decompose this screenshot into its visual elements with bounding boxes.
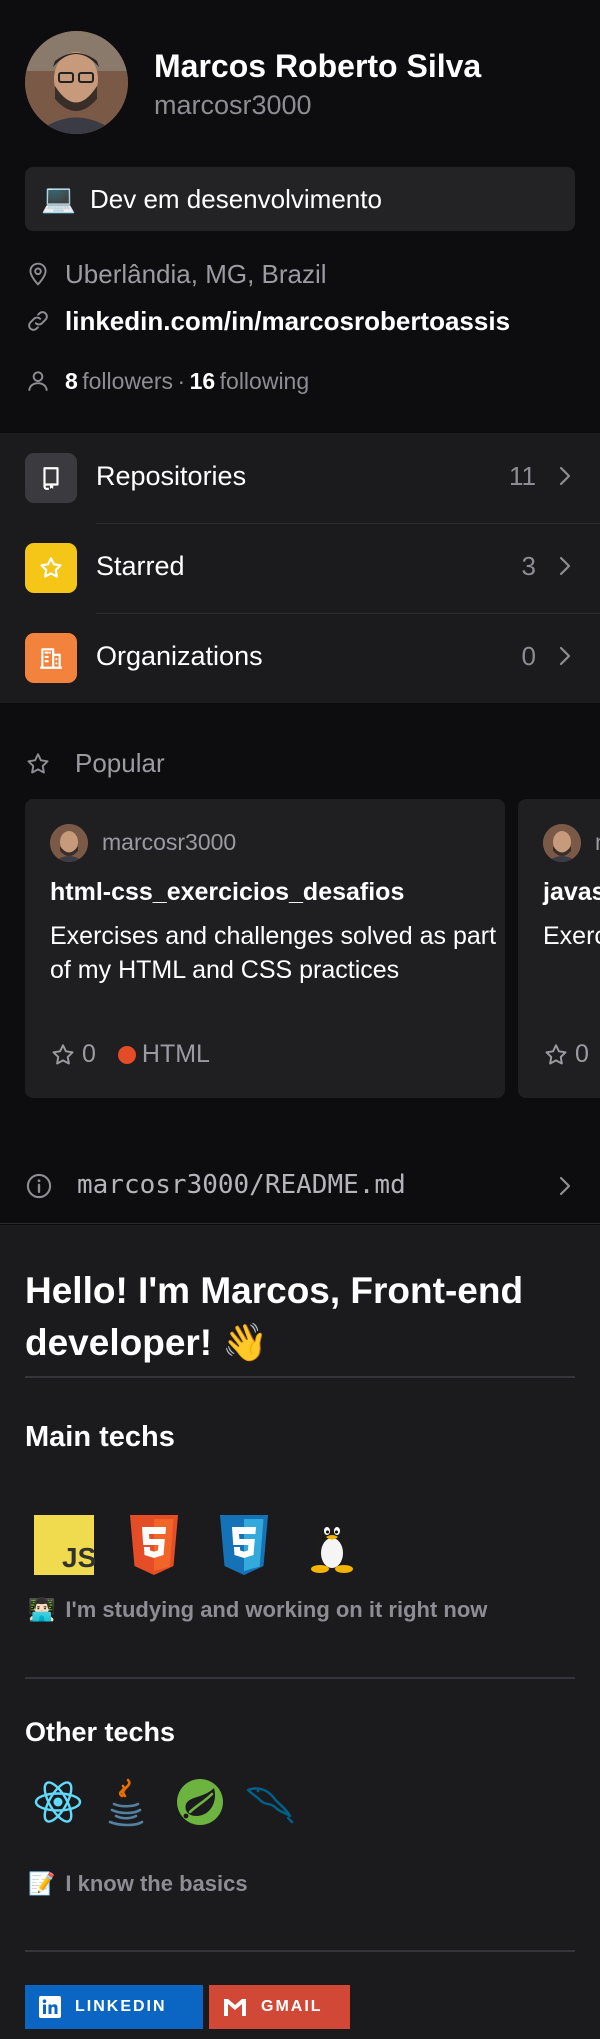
star-icon bbox=[25, 543, 77, 593]
profile-menu: Repositories 11 Starred 3 Organizations … bbox=[0, 433, 600, 703]
react-icon bbox=[34, 1781, 82, 1823]
main-techs-note: 👨🏻‍💻 I'm studying and working on it righ… bbox=[28, 1597, 487, 1623]
star-outline-icon bbox=[27, 752, 49, 774]
repo-owner: marcosr3000 bbox=[595, 829, 600, 856]
menu-item-repositories[interactable]: Repositories 11 bbox=[0, 433, 600, 523]
repo-icon bbox=[25, 453, 77, 503]
repo-description: Exercises and challenges solved as part … bbox=[50, 922, 497, 984]
menu-count-starred: 3 bbox=[521, 551, 536, 581]
avatar bbox=[50, 824, 88, 862]
menu-item-starred[interactable]: Starred 3 bbox=[0, 523, 600, 613]
other-techs-note-text: I know the basics bbox=[65, 1871, 248, 1896]
location-row: Uberlândia, MG, Brazil bbox=[25, 257, 327, 291]
menu-count-repositories: 11 bbox=[509, 461, 536, 491]
chevron-right-icon bbox=[559, 466, 571, 486]
spring-icon bbox=[177, 1779, 223, 1825]
website-link[interactable]: linkedin.com/in/marcosrobertoassis bbox=[65, 306, 510, 337]
linkedin-badge[interactable]: LINKEDIN bbox=[25, 1985, 203, 2029]
other-techs-title: Other techs bbox=[25, 1717, 176, 1747]
menu-item-organizations[interactable]: Organizations 0 bbox=[0, 613, 600, 703]
following-label: following bbox=[219, 367, 310, 394]
repo-name: html-css_exercicios_desafios bbox=[50, 878, 405, 906]
popular-title: Popular bbox=[75, 748, 165, 778]
info-icon bbox=[26, 1173, 52, 1199]
svg-text:JS: JS bbox=[62, 1542, 96, 1573]
readme-content: Hello! I'm Marcos, Front-end developer! … bbox=[0, 1225, 600, 2039]
readme-header[interactable]: marcosr3000/README.md bbox=[0, 1148, 600, 1224]
linkedin-badge-label: LINKEDIN bbox=[75, 1998, 167, 2015]
star-outline-icon bbox=[52, 1043, 74, 1065]
organization-icon bbox=[25, 633, 77, 683]
repo-card[interactable]: marcosr3000 html-css_exercicios_desafios… bbox=[25, 799, 505, 1098]
linux-tux-icon bbox=[311, 1525, 353, 1573]
memo-icon: 📝 bbox=[28, 1871, 56, 1896]
divider bbox=[25, 1677, 575, 1679]
menu-label-organizations: Organizations bbox=[96, 641, 263, 671]
location-text: Uberlândia, MG, Brazil bbox=[65, 258, 327, 289]
mysql-icon bbox=[246, 1787, 294, 1824]
divider bbox=[25, 1376, 575, 1378]
profile-header: Marcos Roberto Silva marcosr3000 💻 Dev e… bbox=[0, 0, 600, 432]
repo-language: HTML bbox=[141, 1040, 210, 1068]
chevron-right-icon bbox=[559, 1176, 571, 1196]
divider bbox=[25, 1950, 575, 1952]
chevron-right-icon bbox=[559, 646, 571, 666]
html5-icon bbox=[130, 1515, 178, 1575]
gmail-badge[interactable]: GMAIL bbox=[209, 1985, 350, 2029]
linkedin-icon bbox=[39, 1996, 61, 2018]
followers-row[interactable]: 8 followers · 16 following bbox=[25, 364, 309, 398]
popular-section-header: Popular bbox=[25, 748, 165, 779]
other-techs-note: 📝 I know the basics bbox=[28, 1871, 248, 1897]
repo-meta: 0 bbox=[543, 1040, 589, 1069]
css3-icon bbox=[220, 1515, 268, 1575]
location-pin-icon bbox=[29, 262, 47, 286]
profile-name: Marcos Roberto Silva bbox=[154, 48, 482, 84]
repo-description: Exerc Java bbox=[543, 922, 600, 950]
main-techs-title: Main techs bbox=[25, 1421, 175, 1453]
readme-heading: Hello! I'm Marcos, Front-end developer! … bbox=[25, 1270, 524, 1363]
website-row[interactable]: linkedin.com/in/marcosrobertoassis bbox=[25, 304, 510, 338]
status-box[interactable]: 💻 Dev em desenvolvimento bbox=[25, 167, 575, 231]
gmail-badge-label: GMAIL bbox=[261, 1998, 323, 2015]
java-icon bbox=[108, 1778, 144, 1827]
repo-stars: 0 bbox=[575, 1040, 589, 1068]
repo-name: javas bbox=[543, 878, 600, 906]
star-outline-icon bbox=[545, 1043, 567, 1065]
menu-count-organizations: 0 bbox=[521, 641, 536, 671]
laptop-icon: 💻 bbox=[41, 183, 76, 214]
repo-meta: 0 HTML bbox=[50, 1040, 210, 1069]
link-icon bbox=[28, 311, 48, 331]
menu-label-repositories: Repositories bbox=[96, 461, 247, 491]
following-count: 16 bbox=[189, 367, 216, 394]
gmail-icon bbox=[224, 1999, 246, 2016]
repo-owner: marcosr3000 bbox=[102, 829, 237, 855]
language-color-dot bbox=[117, 1045, 136, 1064]
readme-path: marcosr3000/README.md bbox=[77, 1170, 406, 1200]
repo-card[interactable]: marcosr3000 javas Exerc Java 0 bbox=[518, 799, 600, 1098]
followers-count: 8 bbox=[65, 367, 78, 394]
person-icon bbox=[28, 371, 48, 391]
profile-login: marcosr3000 bbox=[154, 90, 312, 120]
separator-dot: · bbox=[177, 367, 186, 394]
main-techs-note-text: I'm studying and working on it right now bbox=[65, 1597, 488, 1622]
repo-stars: 0 bbox=[82, 1040, 96, 1068]
javascript-icon: JS bbox=[34, 1515, 96, 1575]
avatar bbox=[543, 824, 581, 862]
avatar[interactable] bbox=[25, 31, 128, 134]
followers-label: followers bbox=[82, 367, 174, 394]
menu-label-starred: Starred bbox=[96, 551, 185, 581]
technologist-icon: 👨🏻‍💻 bbox=[28, 1597, 56, 1622]
status-text: Dev em desenvolvimento bbox=[90, 184, 382, 214]
chevron-right-icon bbox=[559, 556, 571, 576]
